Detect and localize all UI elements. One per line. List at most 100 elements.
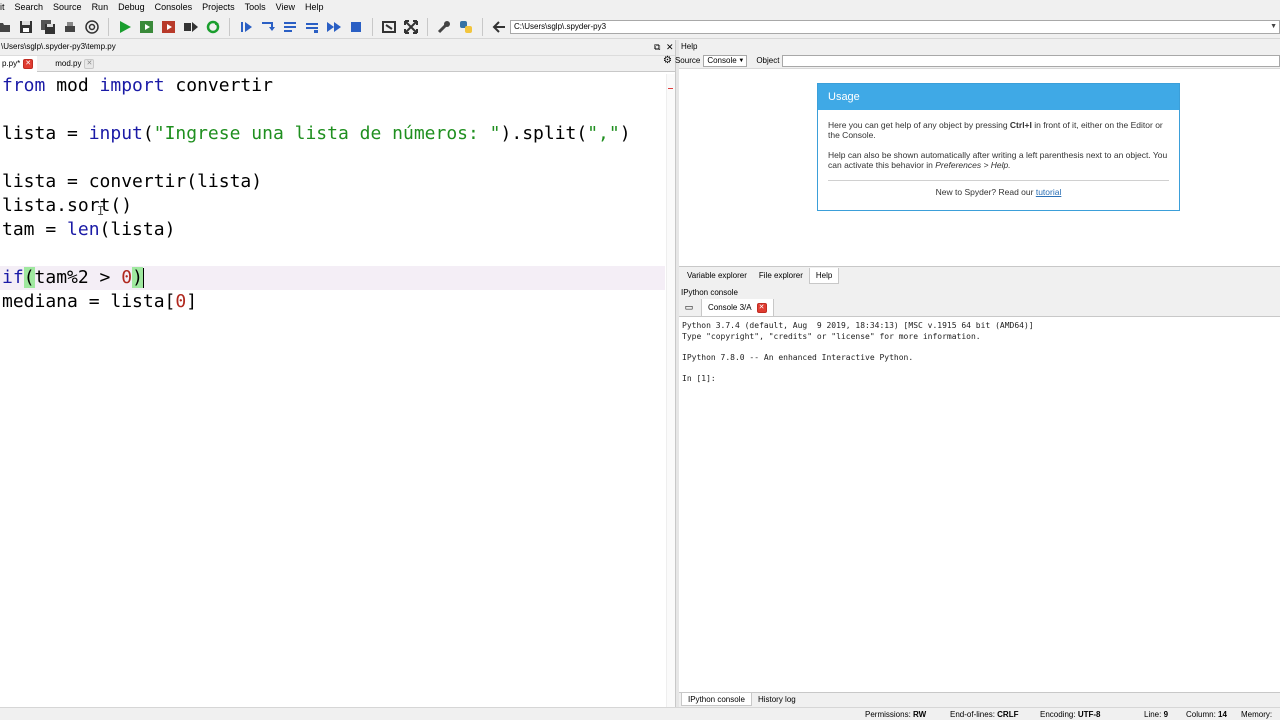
tab-ipython-console[interactable]: IPython console [681, 693, 752, 706]
print-icon[interactable] [60, 17, 80, 37]
matched-paren: ) [132, 267, 143, 288]
code-text: mod [45, 75, 100, 96]
top-right-tabbar: Variable explorer File explorer Help [679, 266, 1280, 284]
run-cell-advance-icon[interactable] [159, 17, 179, 37]
rerun-icon[interactable] [203, 17, 223, 37]
menu-search[interactable]: Search [11, 0, 50, 15]
editor-scrollbar[interactable] [666, 74, 675, 712]
toolbar-separator [427, 17, 428, 36]
code-text: (lista) [99, 219, 176, 240]
string-literal: "Ingrese una lista de números: " [153, 123, 501, 144]
code-text: ).split( [500, 123, 588, 144]
console-tab-label: Console 3/A [708, 303, 752, 312]
ibeam-cursor-icon: I [97, 204, 105, 218]
status-value: 9 [1163, 710, 1169, 719]
run-selection-icon[interactable] [181, 17, 201, 37]
menu-run[interactable]: Run [88, 0, 115, 15]
usage-paragraph-2: Help can also be shown automatically aft… [828, 150, 1169, 170]
browse-tabs-icon[interactable]: ▭ [681, 302, 697, 313]
close-pane-icon[interactable]: ✕ [666, 40, 674, 54]
toolbar-separator [229, 17, 230, 36]
status-label: Line: [1144, 710, 1162, 719]
back-arrow-icon[interactable] [489, 17, 509, 37]
editor-tab-temp[interactable]: p.py* ✕ [0, 56, 38, 72]
menu-projects[interactable]: Projects [198, 0, 241, 15]
tab-history-log[interactable]: History log [752, 693, 802, 706]
step-into-icon[interactable] [280, 17, 300, 37]
usage-paragraph-1: Here you can get help of any object by p… [828, 120, 1169, 140]
divider [828, 180, 1169, 181]
fullscreen-icon[interactable] [401, 17, 421, 37]
run-icon[interactable] [115, 17, 135, 37]
console-prompt: In [1]: [682, 373, 716, 383]
open-file-icon[interactable] [0, 17, 14, 37]
tab-label: mod.py [55, 59, 82, 68]
code-line-1: from mod import convertir [0, 74, 665, 98]
status-value: CRLF [997, 710, 1019, 719]
console-output[interactable]: Python 3.7.4 (default, Aug 9 2019, 18:34… [679, 317, 1280, 388]
tab-variable-explorer[interactable]: Variable explorer [681, 268, 753, 284]
undock-icon[interactable]: ⧉ [654, 40, 660, 54]
tab-file-explorer[interactable]: File explorer [753, 268, 809, 284]
stop-icon[interactable] [346, 17, 366, 37]
menu-edit[interactable]: lit [0, 0, 11, 15]
code-line-9-current: if(tam%2 > 0) [0, 266, 665, 290]
console-line: Type "copyright", "credits" or "license"… [682, 331, 981, 341]
code-editor[interactable]: from mod import convertir lista = input(… [0, 74, 665, 314]
at-icon[interactable] [82, 17, 102, 37]
help-pane: Help ⚙ Source Console ▼ Object Usage Here… [663, 40, 1280, 284]
menu-consoles[interactable]: Consoles [151, 0, 199, 15]
object-input[interactable] [782, 54, 1280, 67]
source-select-value: Console [707, 55, 737, 65]
wrench-icon[interactable] [434, 17, 454, 37]
toolbar-separator [108, 17, 109, 36]
memory-status: Memory: [1241, 708, 1272, 720]
code-text: ] [186, 291, 198, 312]
code-text: convertir [164, 75, 273, 96]
usage-body: Here you can get help of any object by p… [818, 110, 1179, 197]
tab-help[interactable]: Help [808, 267, 840, 284]
console-tabbar: ▭ Console 3/A ✕ [679, 299, 1280, 317]
close-icon[interactable]: ✕ [756, 302, 767, 313]
menu-tools[interactable]: Tools [241, 0, 272, 15]
step-return-icon[interactable] [302, 17, 322, 37]
working-directory-input[interactable]: C:\Users\sglp\.spyder-py3 ▼ [510, 20, 1280, 34]
gear-icon[interactable]: ⚙ [663, 55, 672, 66]
maximize-pane-icon[interactable] [379, 17, 399, 37]
menu-source[interactable]: Source [49, 0, 88, 15]
close-icon[interactable]: ✕ [23, 59, 34, 69]
close-icon[interactable]: ✕ [84, 59, 95, 69]
editor-tab-mod[interactable]: mod.py ✕ [51, 56, 98, 72]
object-label: Object [756, 56, 780, 65]
encoding-status: Encoding: UTF-8 [1040, 708, 1101, 720]
source-select[interactable]: Console ▼ [703, 54, 748, 67]
console-tab[interactable]: Console 3/A ✕ [701, 299, 774, 316]
continue-icon[interactable] [324, 17, 344, 37]
tutorial-link[interactable]: tutorial [1036, 187, 1062, 197]
editor-file-path: \Users\sglp\.spyder-py3\temp.py [1, 42, 116, 51]
python-path-icon[interactable] [456, 17, 476, 37]
save-icon[interactable] [16, 17, 36, 37]
console-line: IPython 7.8.0 -- An enhanced Interactive… [682, 352, 914, 362]
run-cell-icon[interactable] [137, 17, 157, 37]
permissions-status: Permissions: RW [865, 708, 926, 720]
usage-text: New to Spyder? Read our [935, 187, 1036, 197]
help-toolbar: ⚙ Source Console ▼ Object [663, 53, 1280, 69]
step-icon[interactable] [258, 17, 278, 37]
usage-title: Usage [818, 84, 1179, 110]
keyword: import [99, 75, 165, 96]
menu-help[interactable]: Help [301, 0, 330, 15]
help-title: Help [679, 40, 1280, 53]
console-blank [682, 342, 1277, 353]
chevron-down-icon[interactable]: ▼ [1270, 21, 1277, 33]
menu-view[interactable]: View [272, 0, 301, 15]
status-label: Memory: [1241, 710, 1273, 719]
code-text: ( [142, 123, 154, 144]
debug-icon[interactable] [236, 17, 256, 37]
menu-debug[interactable]: Debug [114, 0, 151, 15]
new-to-spyder: New to Spyder? Read our tutorial [828, 187, 1169, 197]
matched-paren: ( [23, 267, 35, 288]
save-all-icon[interactable] [38, 17, 58, 37]
scroll-marker [668, 88, 673, 89]
code-line-5: lista = convertir(lista) [0, 170, 665, 194]
